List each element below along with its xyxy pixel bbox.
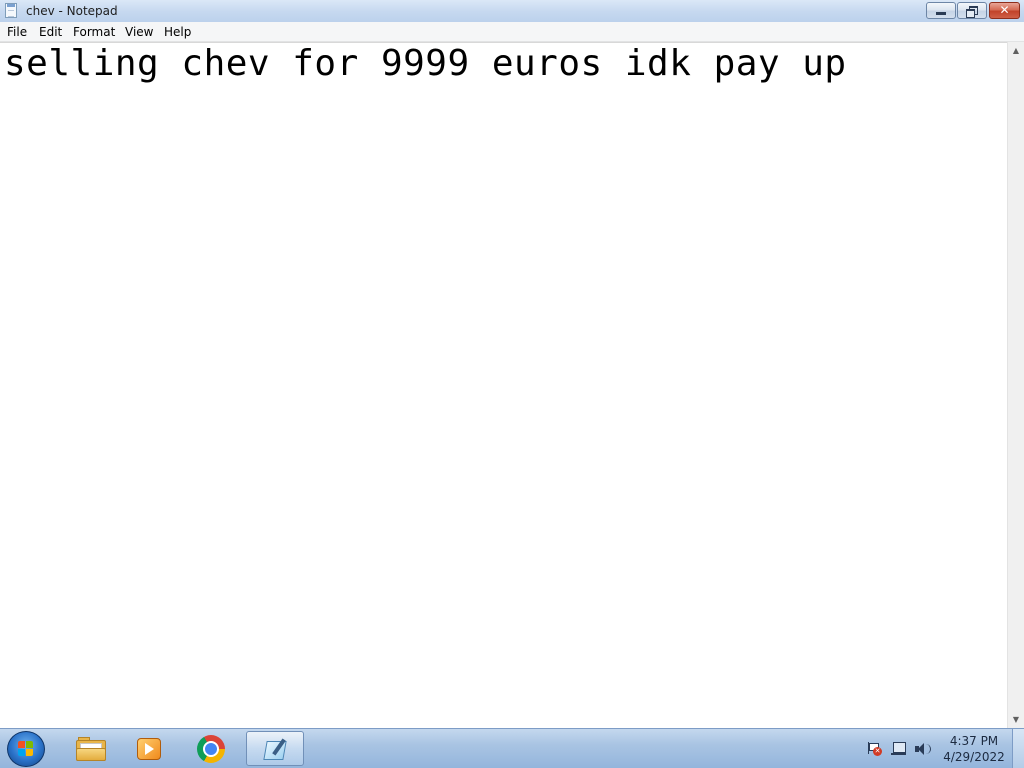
restore-icon-front (966, 9, 975, 18)
window-title: chev - Notepad (26, 4, 118, 18)
menu-bar: File Edit Format View Help (0, 22, 1024, 42)
notepad-window: chev - Notepad ✕ File Edit Format View H… (0, 0, 1024, 728)
scroll-down-arrow-icon[interactable]: ▼ (1008, 711, 1024, 728)
show-desktop-button[interactable] (1012, 729, 1024, 768)
close-button[interactable]: ✕ (989, 2, 1020, 19)
menu-view[interactable]: View (125, 24, 153, 40)
taskbar-notepad-active[interactable] (246, 731, 304, 766)
close-icon: ✕ (999, 3, 1010, 17)
document-text[interactable]: selling chev for 9999 euros idk pay up (4, 43, 847, 85)
action-center-flag-icon[interactable]: ✕ (866, 741, 882, 757)
taskbar-media-player[interactable] (121, 731, 177, 766)
chrome-icon (197, 735, 225, 763)
clock-time: 4:37 PM (949, 734, 999, 748)
alert-x-icon: ✕ (873, 747, 882, 756)
folder-icon (76, 737, 106, 761)
menu-edit[interactable]: Edit (39, 24, 62, 40)
taskbar-chrome[interactable] (184, 731, 240, 766)
maximize-button[interactable] (957, 2, 987, 19)
network-icon[interactable] (891, 741, 907, 757)
start-button[interactable] (7, 731, 45, 767)
media-player-icon (137, 738, 161, 760)
menu-format[interactable]: Format (73, 24, 115, 40)
minimize-icon (936, 12, 946, 15)
menu-help[interactable]: Help (164, 24, 191, 40)
vertical-scrollbar[interactable]: ▲ ▼ (1007, 42, 1024, 728)
minimize-button[interactable] (926, 2, 956, 19)
system-clock[interactable]: 4:37 PM 4/29/2022 (942, 733, 1006, 765)
scroll-up-arrow-icon[interactable]: ▲ (1008, 42, 1024, 59)
windows-logo-icon (18, 741, 34, 757)
volume-icon[interactable] (914, 741, 931, 757)
notepad-icon (263, 738, 287, 761)
menu-file[interactable]: File (7, 24, 27, 40)
clock-date: 4/29/2022 (943, 750, 1005, 764)
taskbar: ✕ 4:37 PM 4/29/2022 (0, 728, 1024, 768)
notepad-icon[interactable] (5, 3, 17, 18)
taskbar-windows-explorer[interactable] (62, 731, 118, 766)
text-editor-area[interactable]: selling chev for 9999 euros idk pay up (0, 42, 1007, 728)
title-bar[interactable]: chev - Notepad ✕ (0, 0, 1024, 23)
